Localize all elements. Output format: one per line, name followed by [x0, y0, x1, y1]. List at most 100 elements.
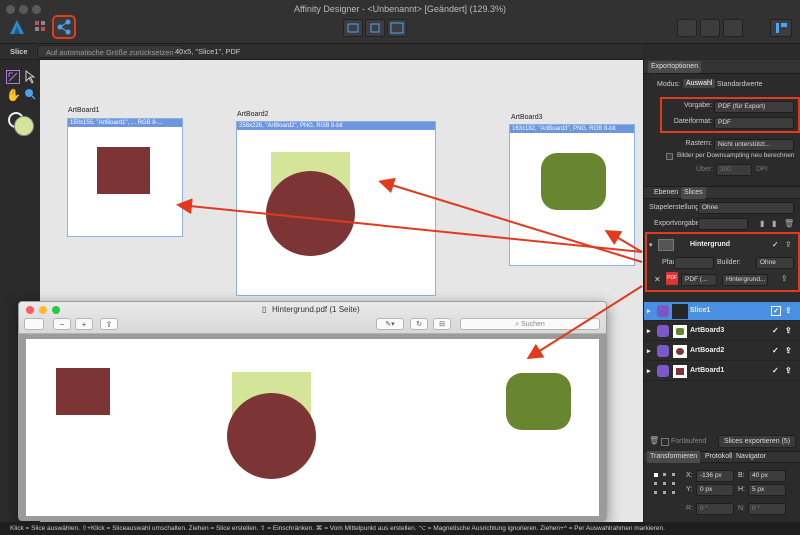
h-label: H: [738, 486, 745, 493]
rotation-field[interactable]: 0 ° [696, 503, 734, 515]
remove-format-icon[interactable]: ✕ [654, 275, 661, 284]
anchor-grid[interactable] [654, 473, 676, 495]
batch-label: Stapelerstellung: [649, 204, 702, 211]
tab-layers[interactable]: Ebenen [654, 187, 678, 199]
export-slices-button[interactable]: Slices exportieren (5) [718, 435, 797, 448]
export-persona-icon[interactable] [52, 15, 76, 39]
preset-select[interactable]: PDF (für Export) [714, 101, 794, 113]
pdf-file-icon: PDF [666, 272, 678, 285]
delete-preset-icon[interactable]: 🗑 [784, 219, 794, 228]
slice-format-select[interactable]: PDF (... [681, 274, 717, 286]
slice-format-export-icon[interactable]: ⇪ [781, 274, 788, 283]
raster-select[interactable]: Nicht unterstützt... [714, 139, 794, 151]
slice-tool-icon[interactable] [6, 70, 20, 84]
layer-export-icon[interactable]: ⇪ [785, 326, 792, 335]
slice-checkmark-icon[interactable]: ✓ [772, 240, 779, 249]
preview-zoom-button[interactable] [52, 306, 60, 314]
layer-export-icon[interactable]: ⇪ [785, 306, 792, 315]
layer-checkmark-icon[interactable]: ✓ [772, 326, 779, 335]
preview-title: Hintergrund.pdf (1 Seite) [272, 305, 360, 314]
preview-close-button[interactable] [26, 306, 34, 314]
zoom-out-icon[interactable]: − [53, 318, 71, 330]
layer-export-icon[interactable]: ⇪ [785, 366, 792, 375]
y-field[interactable]: 0 px [696, 484, 734, 496]
sidebar-toggle-icon[interactable] [24, 318, 44, 330]
fill-color-well[interactable] [14, 116, 34, 136]
pointer-tool-icon[interactable] [24, 70, 36, 84]
slice-export-icon[interactable]: ⇪ [785, 240, 792, 249]
shear-field[interactable]: 0 ° [748, 503, 786, 515]
slice-artboards-button[interactable] [387, 19, 407, 37]
pdf-doc-icon: ▯ [262, 305, 267, 314]
arrange-button-3[interactable] [723, 19, 743, 37]
list-item[interactable]: ▸ ArtBoard3 ✓ ⇪ [644, 322, 800, 341]
arrange-button-2[interactable] [700, 19, 720, 37]
panels-toggle-button[interactable] [770, 19, 792, 37]
artboard2[interactable]: 258x226, "ArtBoard2", PNG, RGB 8-bit [236, 121, 436, 296]
export-preset-select[interactable] [698, 218, 748, 230]
preview-content[interactable] [19, 334, 606, 520]
zoom-in-icon[interactable]: + [75, 318, 93, 330]
slice-filename-field[interactable]: Hintergrund... [722, 274, 768, 286]
olive-rounded-rectangle[interactable] [541, 153, 606, 210]
hand-tool-icon[interactable]: ✋ [6, 88, 21, 102]
slice-layer-icon [657, 305, 669, 317]
layer-checkmark-icon[interactable]: ✓ [772, 366, 779, 375]
tab-slices[interactable]: Slices [681, 187, 706, 199]
dark-red-circle[interactable] [266, 171, 355, 256]
artboard3-label: ArtBoard3 [511, 114, 543, 121]
slice-from-selection-button[interactable] [343, 19, 363, 37]
artboard3[interactable]: 163x182, "ArtBoard3", PNG, RGB 8-bit [509, 124, 635, 266]
file-format-select[interactable]: PDF [714, 117, 794, 129]
preview-minimize-button[interactable] [39, 306, 47, 314]
pixel-persona-icon[interactable] [33, 18, 49, 34]
markup-icon[interactable]: ✎▾ [376, 318, 404, 330]
search-placeholder: Suchen [521, 321, 545, 328]
layer-name: ArtBoard1 [690, 367, 725, 374]
expand-icon[interactable]: ▸ [647, 367, 651, 375]
mode-tab-selection[interactable]: Auswahl [683, 79, 716, 88]
add-preset-icon[interactable]: ▮ [760, 219, 764, 228]
tab-export-options[interactable]: Exportoptionen [648, 61, 702, 73]
search-input[interactable]: ⌕ Suchen [460, 318, 600, 330]
slice-layers-button[interactable] [365, 19, 385, 37]
dpi-field[interactable]: 300 [716, 164, 752, 176]
y-label: Y: [686, 486, 693, 493]
list-item[interactable]: ▸ Slice1 ✓ ⇪ [644, 302, 800, 321]
tab-transform[interactable]: Transformieren [647, 451, 701, 463]
tab-history[interactable]: Protokoll [705, 451, 732, 463]
reset-size-button[interactable]: Auf automatische Größe zurücksetzen [37, 45, 183, 58]
rotate-icon[interactable]: ↻ [410, 318, 428, 330]
list-item[interactable]: ▸ ArtBoard2 ✓ ⇪ [644, 342, 800, 361]
builder-select[interactable]: Ohne [756, 257, 794, 269]
width-field[interactable]: 40 px [748, 470, 786, 482]
mode-tab-defaults[interactable]: Standardwerte [717, 81, 763, 88]
path-field[interactable] [674, 257, 714, 269]
artboard1[interactable]: 150x155, "ArtBoard1", ... RGB 8-... [67, 118, 183, 237]
toolbox-icon[interactable]: ⊟ [433, 318, 451, 330]
share-icon[interactable]: ⇪ [100, 318, 118, 330]
expand-icon[interactable]: ▸ [647, 327, 651, 335]
expand-slice-icon[interactable]: ▾ [649, 241, 653, 249]
x-label: X: [686, 472, 693, 479]
arrange-button-1[interactable] [677, 19, 697, 37]
trash-icon[interactable]: 🗑 [649, 436, 659, 445]
x-field[interactable]: -136 px [696, 470, 734, 482]
tab-navigator[interactable]: Navigator [736, 451, 766, 463]
dark-red-square[interactable] [97, 147, 150, 194]
layer-checkbox[interactable]: ✓ [771, 306, 781, 316]
expand-icon[interactable]: ▸ [647, 347, 651, 355]
expand-icon[interactable]: ▸ [647, 307, 651, 315]
layer-export-icon[interactable]: ⇪ [785, 346, 792, 355]
designer-persona-icon[interactable] [8, 18, 26, 36]
continuous-checkbox[interactable] [661, 438, 669, 446]
batch-select[interactable]: Ohne [698, 202, 794, 214]
list-item[interactable]: ▸ ArtBoard1 ✓ ⇪ [644, 362, 800, 381]
duplicate-preset-icon[interactable]: ▮ [772, 219, 776, 228]
resample-checkbox[interactable] [666, 153, 673, 160]
layer-checkmark-icon[interactable]: ✓ [772, 346, 779, 355]
zoom-tool-icon[interactable] [24, 88, 36, 100]
r-label: R: [686, 505, 693, 512]
height-field[interactable]: 5 px [748, 484, 786, 496]
right-panel: Exportoptionen Modus: Auswahl Standardwe… [643, 60, 800, 522]
